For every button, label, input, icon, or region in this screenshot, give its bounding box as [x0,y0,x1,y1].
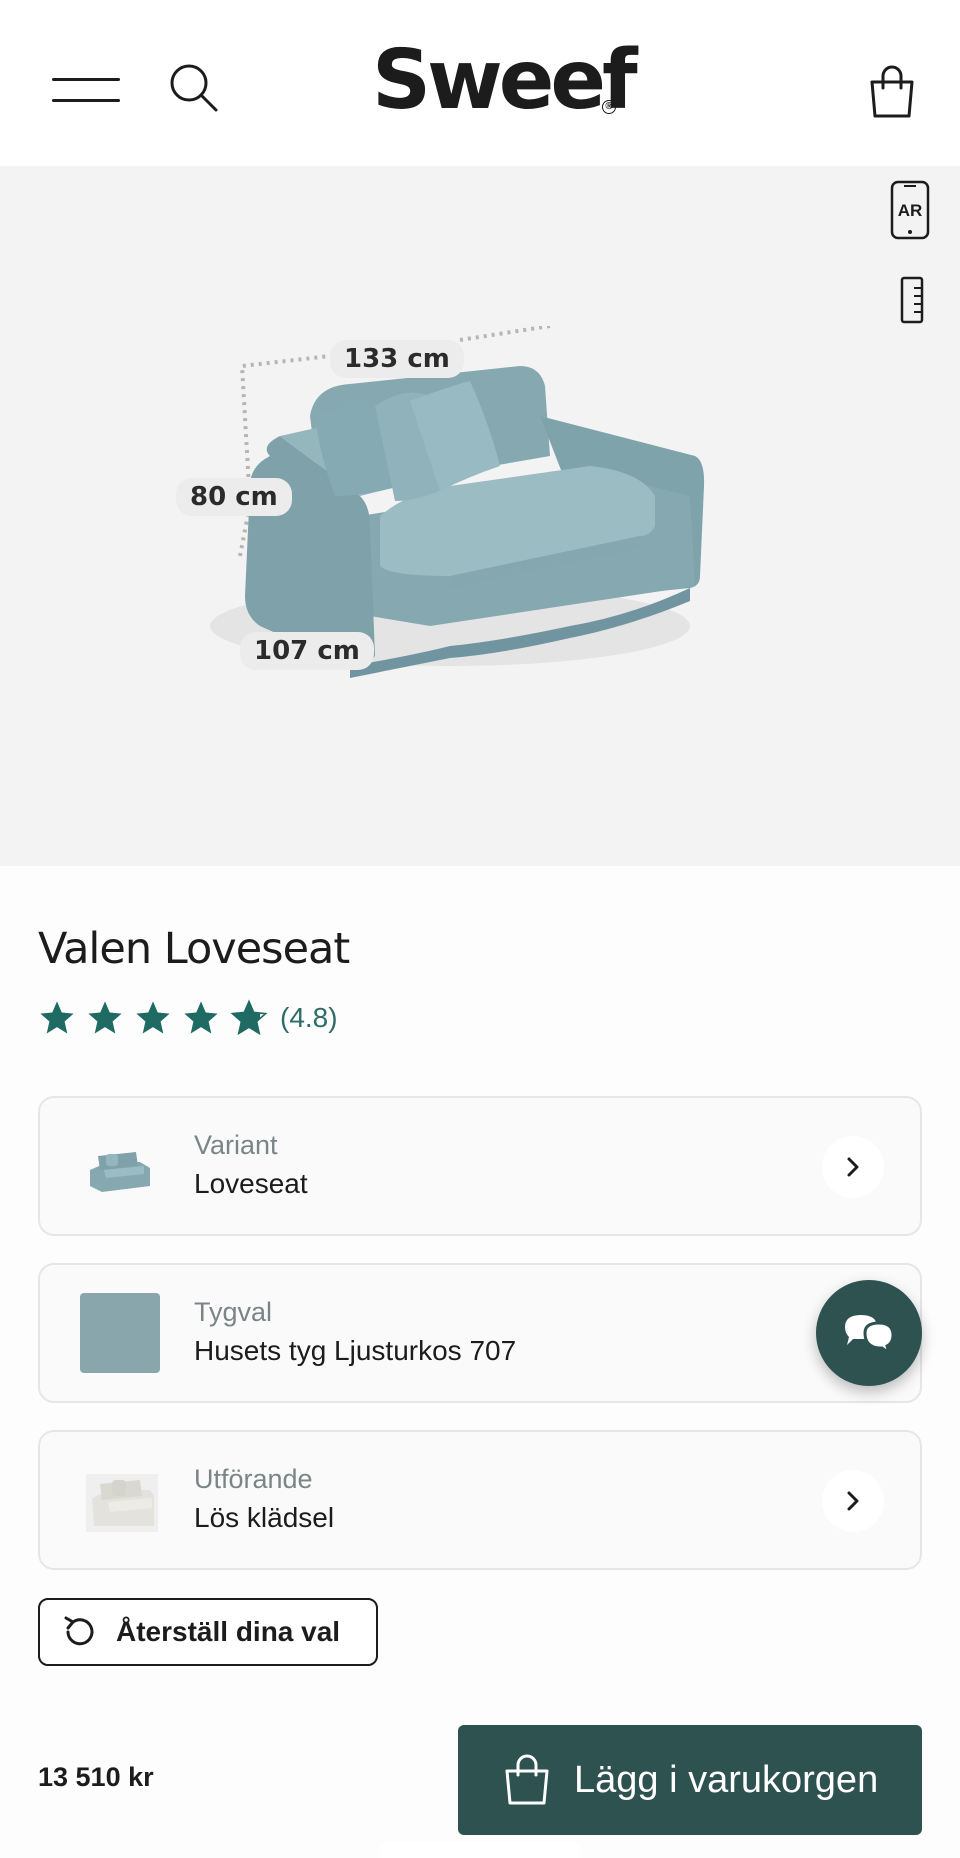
depth-dimension-label: 107 cm [240,632,374,670]
upholstery-option-card[interactable]: Utförande Lös klädsel [38,1430,922,1570]
reset-icon [64,1616,94,1646]
fabric-swatch [80,1293,160,1373]
ar-label: AR [898,201,923,220]
partial-star-icon [230,999,268,1036]
loveseat-render [210,326,705,678]
reset-selections-button[interactable]: Återställ dina val [38,1598,378,1666]
ruler-icon[interactable] [898,276,926,324]
star-icon [136,1001,170,1034]
star-icon [40,1001,74,1034]
product-rating[interactable]: (4.8) [38,996,338,1040]
logo-text: Sweef [372,33,638,128]
fabric-option-card[interactable]: Tygval Husets tyg Ljusturkos 707 [38,1263,922,1403]
option-value: Husets tyg Ljusturkos 707 [194,1335,517,1366]
variant-option-card[interactable]: Variant Loveseat [38,1096,922,1236]
rating-value: (4.8) [280,1002,338,1033]
product-title: Valen Loveseat [38,924,350,974]
site-header: Sweef ® [0,0,960,166]
add-to-cart-label: Lägg i varukorgen [574,1758,879,1801]
chevron-right-icon[interactable] [822,1136,884,1198]
search-icon[interactable] [168,62,220,114]
chat-bubbles-icon [845,1315,895,1357]
product-price: 13 510 kr [38,1762,154,1792]
ar-view-button[interactable]: AR [890,180,930,240]
chevron-right-icon[interactable] [822,1470,884,1532]
option-value: Lös klädsel [194,1502,335,1533]
loveseat-thumbnail [90,1152,150,1192]
loose-cover-thumbnail [86,1474,158,1532]
add-to-cart-button[interactable]: Lägg i varukorgen [458,1725,922,1835]
option-label: Tygval [194,1297,273,1327]
reset-label: Återställ dina val [116,1616,341,1647]
shopping-bag-icon [505,1754,549,1805]
home-indicator [380,1842,580,1858]
width-dimension-label: 133 cm [330,340,464,378]
star-icon [184,1001,218,1034]
star-icon [88,1001,122,1034]
product-3d-viewer[interactable]: AR 133 cm 80 cm 107 cm [0,166,960,866]
sweef-logo[interactable]: Sweef ® [372,36,638,126]
shopping-bag-icon[interactable] [866,64,918,120]
registered-mark: ® [602,100,616,114]
chat-button[interactable] [816,1280,922,1386]
option-value: Loveseat [194,1168,308,1199]
option-label: Variant [194,1130,278,1160]
rating-stars [38,999,268,1037]
hamburger-menu-icon[interactable] [52,78,120,104]
height-dimension-label: 80 cm [176,478,292,516]
option-label: Utförande [194,1464,313,1494]
